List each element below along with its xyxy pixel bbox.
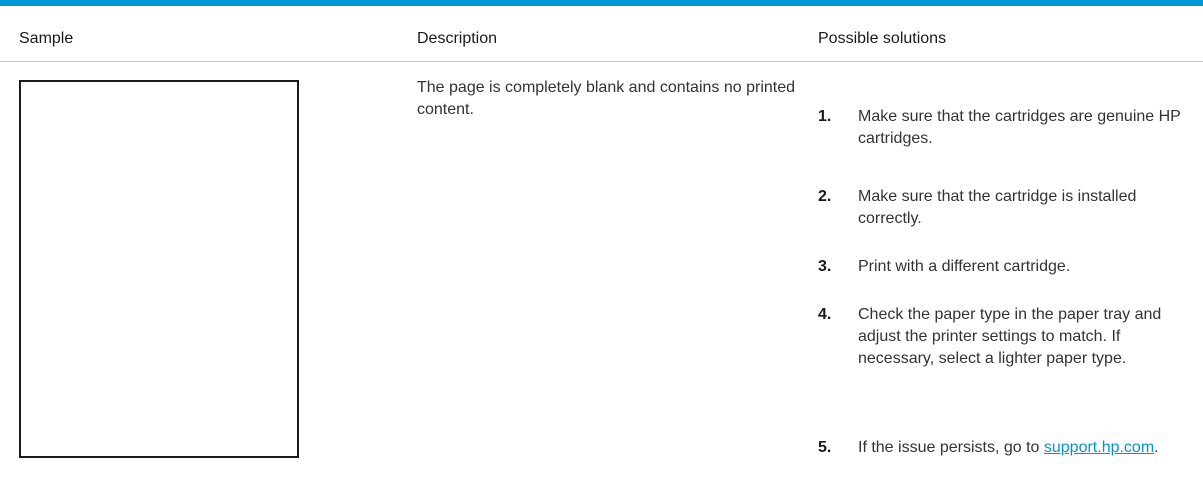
solution-text: Make sure that the cartridges are genuin… [858, 108, 1181, 147]
table-header-row: Sample Description Possible solutions [0, 6, 1203, 62]
solution-text: Check the paper type in the paper tray a… [858, 306, 1162, 367]
issue-description: The page is completely blank and contain… [417, 79, 796, 118]
support-link[interactable]: support.hp.com [1044, 439, 1154, 456]
header-divider [0, 61, 1203, 62]
solution-text: Make sure that the cartridge is installe… [858, 188, 1137, 227]
solution-number: 3. [818, 258, 832, 275]
solution-text: Print with a different cartridge. [858, 258, 1071, 275]
header-description: Description [417, 30, 498, 47]
troubleshooting-table: Sample Description Possible solutions Th… [0, 0, 1203, 496]
solution-text-suffix: . [1154, 439, 1159, 456]
header-sample: Sample [19, 30, 74, 47]
solution-number: 2. [818, 188, 832, 205]
solution-text-prefix: If the issue persists, go to [858, 439, 1044, 456]
blank-page-sample-image [19, 80, 299, 458]
solution-number: 4. [818, 306, 832, 323]
solution-number: 1. [818, 108, 832, 125]
header-possible-solutions: Possible solutions [818, 30, 947, 47]
solution-text: If the issue persists, go to support.hp.… [858, 437, 1198, 459]
solution-number: 5. [818, 439, 832, 456]
